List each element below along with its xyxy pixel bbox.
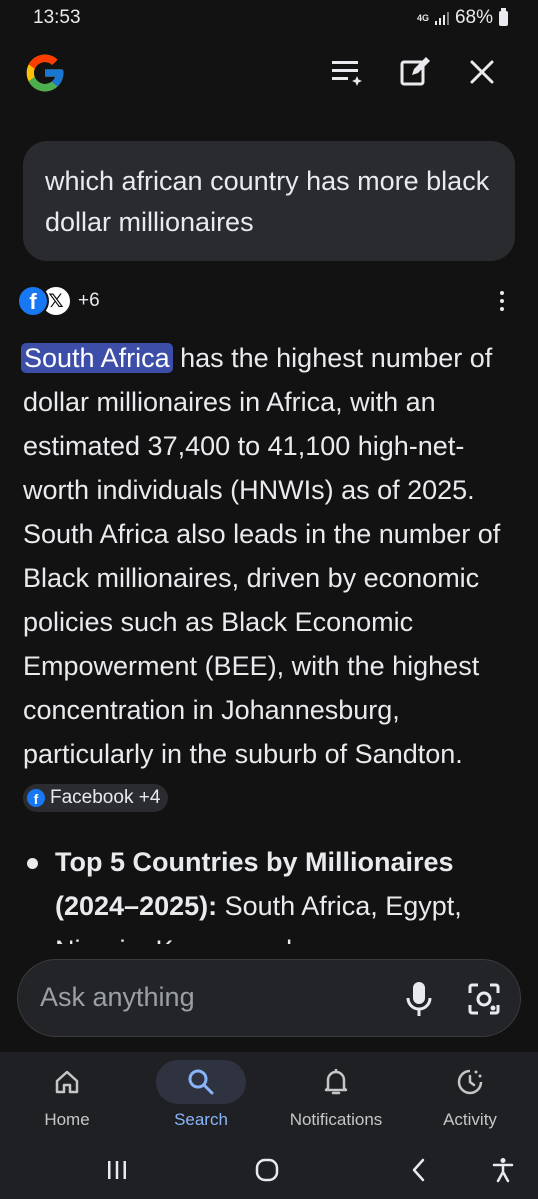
bottom-navigation: Home Search Notifications Activity [0, 1052, 538, 1142]
list-item: Top 5 Countries by Millionaires (2024–20… [23, 840, 523, 944]
citation-label: Facebook +4 [50, 787, 161, 808]
more-options-icon[interactable] [490, 285, 514, 317]
home-icon [55, 1070, 79, 1094]
more-sources-count: +6 [78, 290, 100, 311]
search-icon [188, 1069, 214, 1095]
nav-home-label: Home [44, 1110, 90, 1129]
status-time: 13:53 [33, 7, 81, 28]
citation-chip[interactable]: f Facebook +4 [23, 784, 169, 812]
status-bar: 13:53 4G 68% [0, 0, 538, 38]
answer-text: South Africa has the highest number of d… [21, 336, 523, 820]
signal-icon [434, 11, 449, 25]
battery-icon [499, 7, 508, 26]
answer-body: has the highest number of dollar million… [23, 343, 501, 769]
facebook-icon: f [17, 285, 49, 317]
back-icon[interactable] [404, 1154, 434, 1186]
nav-notifications-label: Notifications [289, 1110, 383, 1129]
nav-search[interactable]: Search [134, 1052, 268, 1142]
source-icons[interactable]: f 𝕏 +6 [17, 285, 100, 317]
microphone-icon[interactable] [402, 980, 436, 1018]
bullet-dot [27, 858, 38, 869]
system-navigation-bar [0, 1142, 538, 1199]
highlighted-entity[interactable]: South Africa [21, 343, 173, 373]
query-bubble: which african country has more black dol… [23, 141, 515, 261]
nav-activity[interactable]: Activity [403, 1052, 537, 1142]
nav-search-label: Search [174, 1110, 228, 1129]
bell-icon [324, 1069, 348, 1095]
home-button-icon[interactable] [252, 1154, 282, 1186]
ask-input[interactable]: Ask anything [17, 959, 521, 1037]
filter-sparkle-icon[interactable] [327, 52, 367, 92]
facebook-icon: f [27, 789, 45, 807]
nav-home[interactable]: Home [0, 1052, 134, 1142]
edit-icon[interactable] [395, 52, 435, 92]
activity-icon [457, 1069, 483, 1095]
network-type: 4G [416, 12, 429, 23]
close-icon[interactable] [462, 52, 502, 92]
google-logo[interactable] [23, 51, 67, 95]
accessibility-icon[interactable] [488, 1154, 518, 1186]
nav-notifications[interactable]: Notifications [269, 1052, 403, 1142]
nav-activity-label: Activity [443, 1110, 497, 1129]
ask-placeholder[interactable]: Ask anything [40, 982, 195, 1013]
recent-apps-icon[interactable] [102, 1154, 132, 1186]
lens-camera-icon[interactable] [464, 979, 504, 1019]
battery-percent: 68% [454, 7, 493, 28]
